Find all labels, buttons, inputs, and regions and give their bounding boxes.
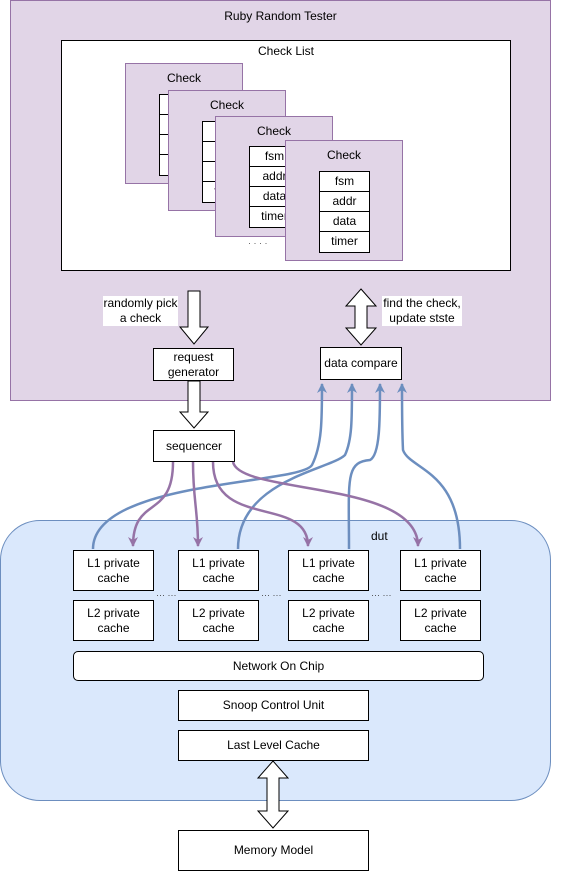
arrow-to-sequencer	[178, 380, 210, 429]
arrow-llc-memory	[256, 760, 290, 829]
response-line	[236, 383, 357, 550]
arrow-pick	[178, 290, 210, 345]
request-line	[211, 461, 313, 547]
connectors	[91, 288, 462, 829]
request-line	[231, 461, 423, 547]
response-line	[91, 383, 327, 550]
response-line	[347, 383, 385, 550]
arrow-find-update	[344, 288, 378, 346]
request-line	[191, 461, 203, 547]
diagram: Ruby Random Tester Check List Check Chec…	[0, 0, 561, 872]
